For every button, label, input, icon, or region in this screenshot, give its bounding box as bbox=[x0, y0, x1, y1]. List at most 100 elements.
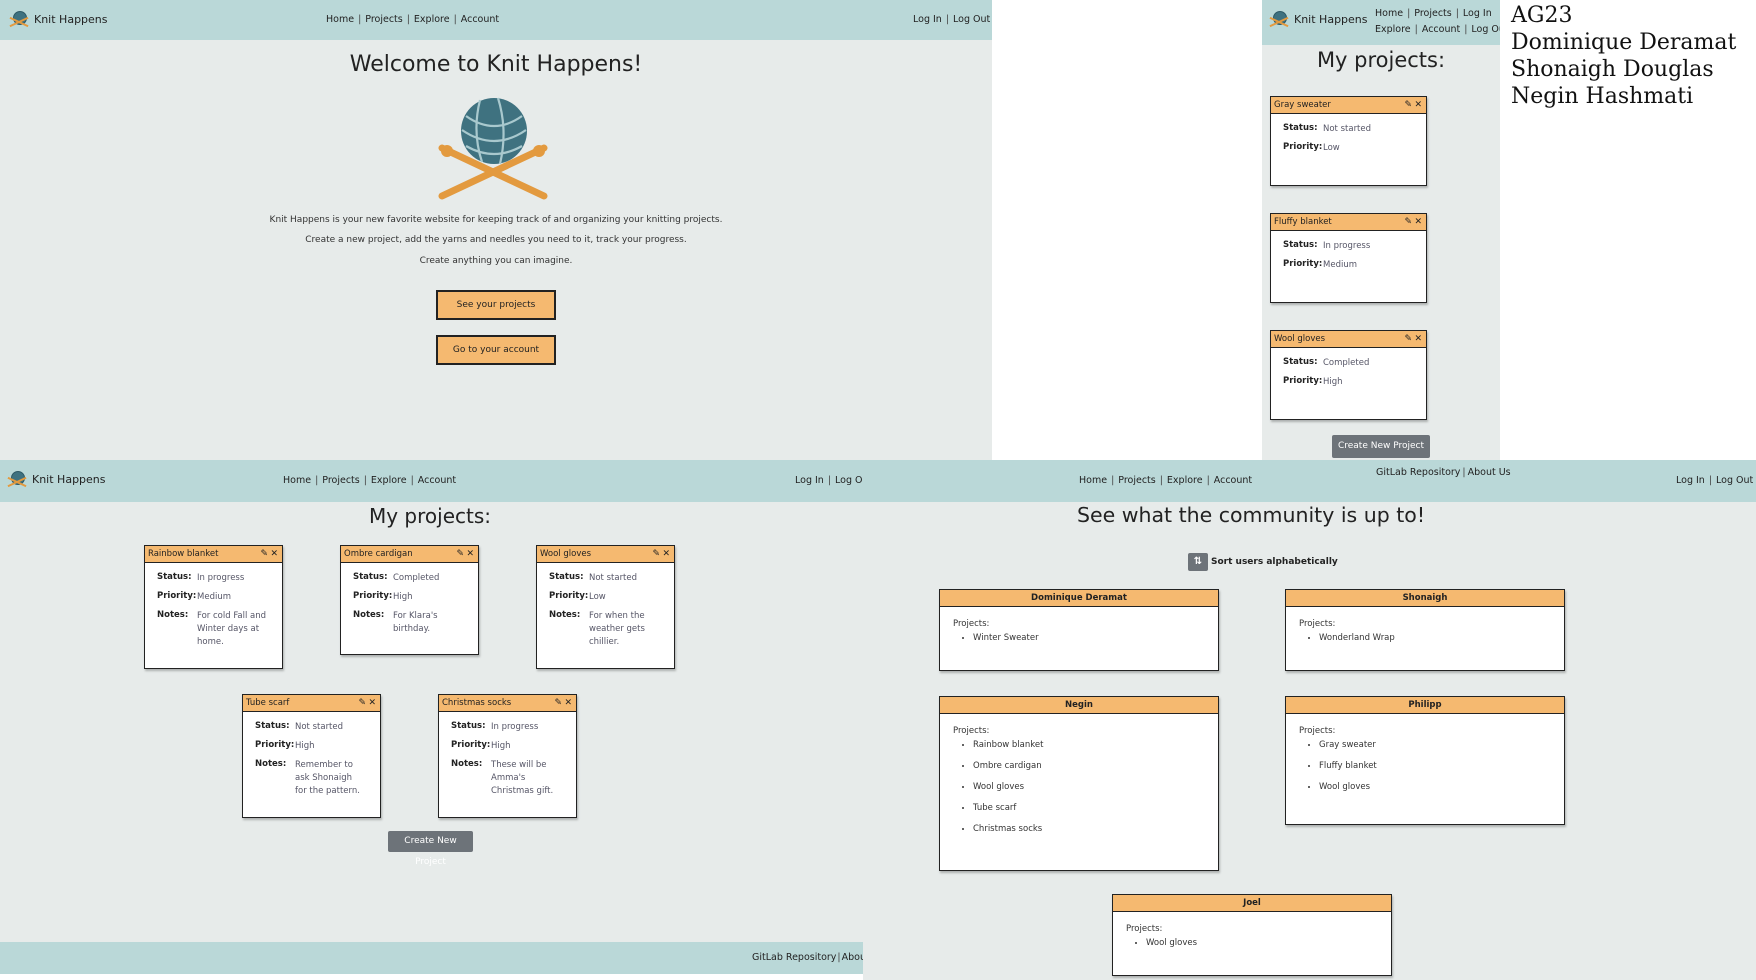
user-card: Philipp Projects: Gray sweater Fluffy bl… bbox=[1285, 696, 1565, 825]
nav-login[interactable]: Log In bbox=[1463, 8, 1492, 19]
pencil-icon[interactable]: ✎ bbox=[1404, 331, 1412, 347]
list-item: Ombre cardigan bbox=[973, 761, 1218, 771]
about-us-link[interactable]: About Us bbox=[842, 952, 863, 963]
list-item: Wonderland Wrap bbox=[1319, 633, 1564, 643]
close-icon[interactable]: ✕ bbox=[270, 546, 278, 562]
close-icon[interactable]: ✕ bbox=[564, 695, 572, 711]
priority-label: Priority: bbox=[1283, 142, 1323, 152]
close-icon[interactable]: ✕ bbox=[466, 546, 474, 562]
nav-projects[interactable]: Projects bbox=[365, 14, 402, 25]
nav-logout[interactable]: Log Out bbox=[953, 14, 990, 25]
projects-label: Projects: bbox=[953, 726, 990, 736]
brand-logo-link[interactable]: Knit Happens bbox=[6, 470, 106, 488]
brand-logo-link[interactable]: Knit Happens bbox=[1268, 10, 1368, 28]
project-card: Tube scarf ✎ ✕ Status: Not started Priority… bbox=[242, 694, 381, 818]
pencil-icon[interactable]: ✎ bbox=[1404, 214, 1412, 230]
project-card: Rainbow blanket ✎ ✕ Status: In progress Pri… bbox=[144, 545, 283, 669]
project-name: Ombre cardigan bbox=[344, 549, 413, 559]
footer-links: GitLab Repository|About Us bbox=[1376, 467, 1511, 478]
page-title: Welcome to Knit Happens! bbox=[349, 52, 643, 77]
pencil-icon[interactable]: ✎ bbox=[456, 546, 464, 562]
nav-logout[interactable]: Log Out bbox=[835, 475, 863, 486]
notes-value: For when the weather gets chillier. bbox=[589, 611, 645, 647]
project-name: Rainbow blanket bbox=[148, 549, 219, 559]
notes-value: Remember to ask Shonaigh for the pattern… bbox=[295, 760, 360, 796]
mobile-navbar: Knit Happens Home | Projects | Log In Explor… bbox=[1262, 0, 1500, 45]
nav-logout[interactable]: Log Out bbox=[1716, 475, 1753, 486]
priority-value: High bbox=[393, 592, 413, 602]
project-name: Wool gloves bbox=[540, 549, 592, 559]
see-projects-button[interactable]: See your projects bbox=[436, 290, 556, 320]
pencil-icon[interactable]: ✎ bbox=[260, 546, 268, 562]
nav-explore[interactable]: Explore bbox=[1375, 24, 1411, 35]
top-navbar: Home | Projects | Explore | Account GitLab Rep… bbox=[863, 460, 1756, 502]
nav-home[interactable]: Home bbox=[1079, 475, 1107, 486]
create-new-project-button[interactable]: Create New Project bbox=[1332, 435, 1430, 458]
project-card: Wool gloves ✎ ✕ Status: Not started Priorit… bbox=[536, 545, 675, 669]
nav-explore[interactable]: Explore bbox=[1167, 475, 1203, 486]
nav-login[interactable]: Log In bbox=[795, 475, 824, 486]
nav-home[interactable]: Home bbox=[1375, 8, 1403, 19]
gitlab-repository-link[interactable]: GitLab Repository bbox=[752, 952, 836, 963]
nav-account[interactable]: Account bbox=[1422, 24, 1460, 35]
user-project-list: Rainbow blanket Ombre cardigan Wool glov… bbox=[953, 740, 1218, 834]
pencil-icon[interactable]: ✎ bbox=[554, 695, 562, 711]
list-item: Tube scarf bbox=[973, 803, 1218, 813]
nav-projects[interactable]: Projects bbox=[1414, 8, 1451, 19]
user-project-list: Winter Sweater bbox=[953, 633, 1218, 643]
nav-home[interactable]: Home bbox=[326, 14, 354, 25]
projects-label: Projects: bbox=[1299, 726, 1336, 736]
nav-login[interactable]: Log In bbox=[1676, 475, 1705, 486]
nav-explore[interactable]: Explore bbox=[371, 475, 407, 486]
pencil-icon[interactable]: ✎ bbox=[358, 695, 366, 711]
nav-login[interactable]: Log In bbox=[913, 14, 942, 25]
page-title: My projects: bbox=[368, 504, 492, 528]
status-value: Completed bbox=[393, 573, 440, 583]
nav-account[interactable]: Account bbox=[418, 475, 456, 486]
gitlab-repository-link[interactable]: GitLab Repository bbox=[1376, 467, 1460, 478]
yarn-ball-crossed-needles-icon bbox=[438, 97, 548, 200]
nav-explore[interactable]: Explore bbox=[414, 14, 450, 25]
pencil-icon[interactable]: ✎ bbox=[1404, 97, 1412, 113]
create-new-project-button[interactable]: Create New Project bbox=[388, 831, 473, 867]
sort-toggle-button[interactable]: ⇅ bbox=[1188, 553, 1208, 571]
project-name: Wool gloves bbox=[1274, 334, 1326, 344]
project-card: Ombre cardigan ✎ ✕ Status: Completed Priori… bbox=[340, 545, 479, 655]
nav-home[interactable]: Home bbox=[283, 475, 311, 486]
close-icon[interactable]: ✕ bbox=[1414, 214, 1422, 230]
list-item: Wool gloves bbox=[1319, 782, 1564, 792]
close-icon[interactable]: ✕ bbox=[662, 546, 670, 562]
close-icon[interactable]: ✕ bbox=[1414, 331, 1422, 347]
notes-label: Notes: bbox=[255, 759, 287, 769]
pencil-icon[interactable]: ✎ bbox=[652, 546, 660, 562]
nav-projects[interactable]: Projects bbox=[322, 475, 359, 486]
page-title: See what the community is up to! bbox=[1076, 503, 1426, 527]
intro-line-3: Create anything you can imagine. bbox=[419, 256, 573, 266]
status-label: Status: bbox=[255, 721, 290, 731]
brand-name: Knit Happens bbox=[32, 472, 106, 486]
nav-account[interactable]: Account bbox=[461, 14, 499, 25]
list-item: Fluffy blanket bbox=[1319, 761, 1564, 771]
close-icon[interactable]: ✕ bbox=[1414, 97, 1422, 113]
nav-logout[interactable]: Log Out bbox=[1471, 24, 1500, 35]
brand-logo-link[interactable]: Knit Happens bbox=[8, 10, 108, 28]
yarn-logo-icon bbox=[6, 470, 28, 488]
top-navbar: Knit Happens Home | Projects | Explore | Accou… bbox=[0, 0, 992, 40]
go-to-account-button[interactable]: Go to your account bbox=[436, 335, 556, 365]
user-card: Negin Projects: Rainbow blanket Ombre ca… bbox=[939, 696, 1219, 871]
notes-value: For cold Fall and Winter days at home. bbox=[197, 611, 267, 647]
main-nav: Home | Projects | Explore | Account bbox=[1079, 475, 1253, 486]
list-item: Christmas socks bbox=[973, 824, 1218, 834]
team-credits: AG23 Dominique Deramat Shonaigh Douglas … bbox=[1511, 2, 1736, 110]
auth-nav: Log In|Log Out bbox=[795, 475, 863, 486]
about-us-link[interactable]: About Us bbox=[1468, 467, 1511, 478]
nav-projects[interactable]: Projects bbox=[1118, 475, 1155, 486]
notes-value: These will be Amma's Christmas gift. bbox=[491, 760, 554, 796]
project-name: Tube scarf bbox=[246, 698, 290, 708]
close-icon[interactable]: ✕ bbox=[368, 695, 376, 711]
user-name: Dominique Deramat bbox=[940, 590, 1218, 607]
projects-label: Projects: bbox=[1126, 924, 1163, 934]
project-card: Wool gloves ✎ ✕ Status: Completed Priority:… bbox=[1270, 330, 1427, 420]
priority-label: Priority: bbox=[1283, 259, 1323, 269]
nav-account[interactable]: Account bbox=[1214, 475, 1252, 486]
